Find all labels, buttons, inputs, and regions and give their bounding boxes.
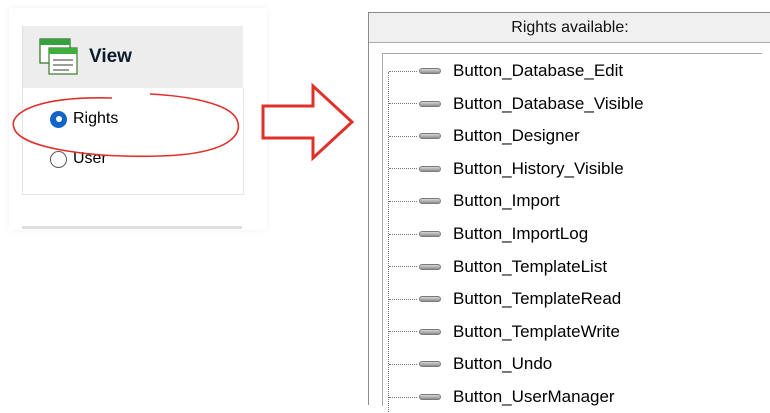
list-item[interactable]: Button_Database_Edit xyxy=(389,55,623,87)
rights-list-panel: Rights available: Button_Database_Edit Bu… xyxy=(368,12,770,412)
list-item[interactable]: Button_TemplateWrite xyxy=(389,316,620,348)
rights-list-header: Rights available: xyxy=(369,13,770,43)
list-item-label: Button_Undo xyxy=(453,354,553,374)
right-item-icon xyxy=(419,328,441,335)
list-item-label: Button_History_Visible xyxy=(453,158,624,178)
right-item-icon xyxy=(419,231,441,237)
list-item[interactable]: Button_TemplateRead xyxy=(389,283,621,315)
list-item[interactable]: Button_Import xyxy=(389,185,560,217)
right-item-icon xyxy=(419,361,441,368)
list-item-label: Button_UserManager xyxy=(453,387,615,406)
list-item[interactable]: Button_History_Visible xyxy=(389,153,624,185)
right-item-icon xyxy=(419,263,441,270)
right-item-icon xyxy=(419,165,441,172)
tree-connector xyxy=(389,200,417,202)
list-item[interactable]: Button_Database_Visible xyxy=(389,88,644,120)
list-item[interactable]: Button_ImportLog xyxy=(389,218,588,250)
right-item-icon xyxy=(419,68,441,74)
right-item-icon xyxy=(419,198,441,205)
list-item-label: Button_TemplateList xyxy=(453,256,608,276)
right-item-icon xyxy=(419,100,441,107)
list-item[interactable]: Button_TemplateList xyxy=(389,251,607,283)
tree-connector xyxy=(389,363,417,365)
list-item-label: Button_Import xyxy=(453,191,560,211)
list-item-label: Button_TemplateRead xyxy=(453,289,622,309)
right-arrow-icon xyxy=(261,82,355,162)
tree-connector xyxy=(389,266,417,268)
list-item[interactable]: Button_Undo xyxy=(389,348,552,380)
tree-connector xyxy=(389,233,417,235)
list-item-label: Button_TemplateWrite xyxy=(453,321,620,341)
tree-connector xyxy=(389,70,417,72)
tree-connector xyxy=(389,103,417,105)
divider xyxy=(22,226,242,229)
tree-connector xyxy=(389,396,417,398)
list-item-label: Button_Database_Visible xyxy=(453,93,644,113)
tree-connector xyxy=(389,298,417,300)
tree-connector xyxy=(389,135,417,137)
right-item-icon xyxy=(419,296,441,303)
highlight-ellipse xyxy=(12,93,240,158)
right-item-icon xyxy=(419,133,441,140)
list-item[interactable]: Button_UserManager xyxy=(389,381,615,413)
tree-connector xyxy=(389,168,417,170)
right-item-icon xyxy=(419,394,441,400)
list-item-label: Button_ImportLog xyxy=(453,224,589,243)
rights-tree[interactable]: Button_Database_Edit Button_Database_Visi… xyxy=(382,53,762,412)
tree-connector xyxy=(389,331,417,333)
list-item-label: Button_Designer xyxy=(453,126,580,146)
list-item-label: Button_Database_Edit xyxy=(453,61,624,80)
list-item[interactable]: Button_Designer xyxy=(389,120,580,152)
